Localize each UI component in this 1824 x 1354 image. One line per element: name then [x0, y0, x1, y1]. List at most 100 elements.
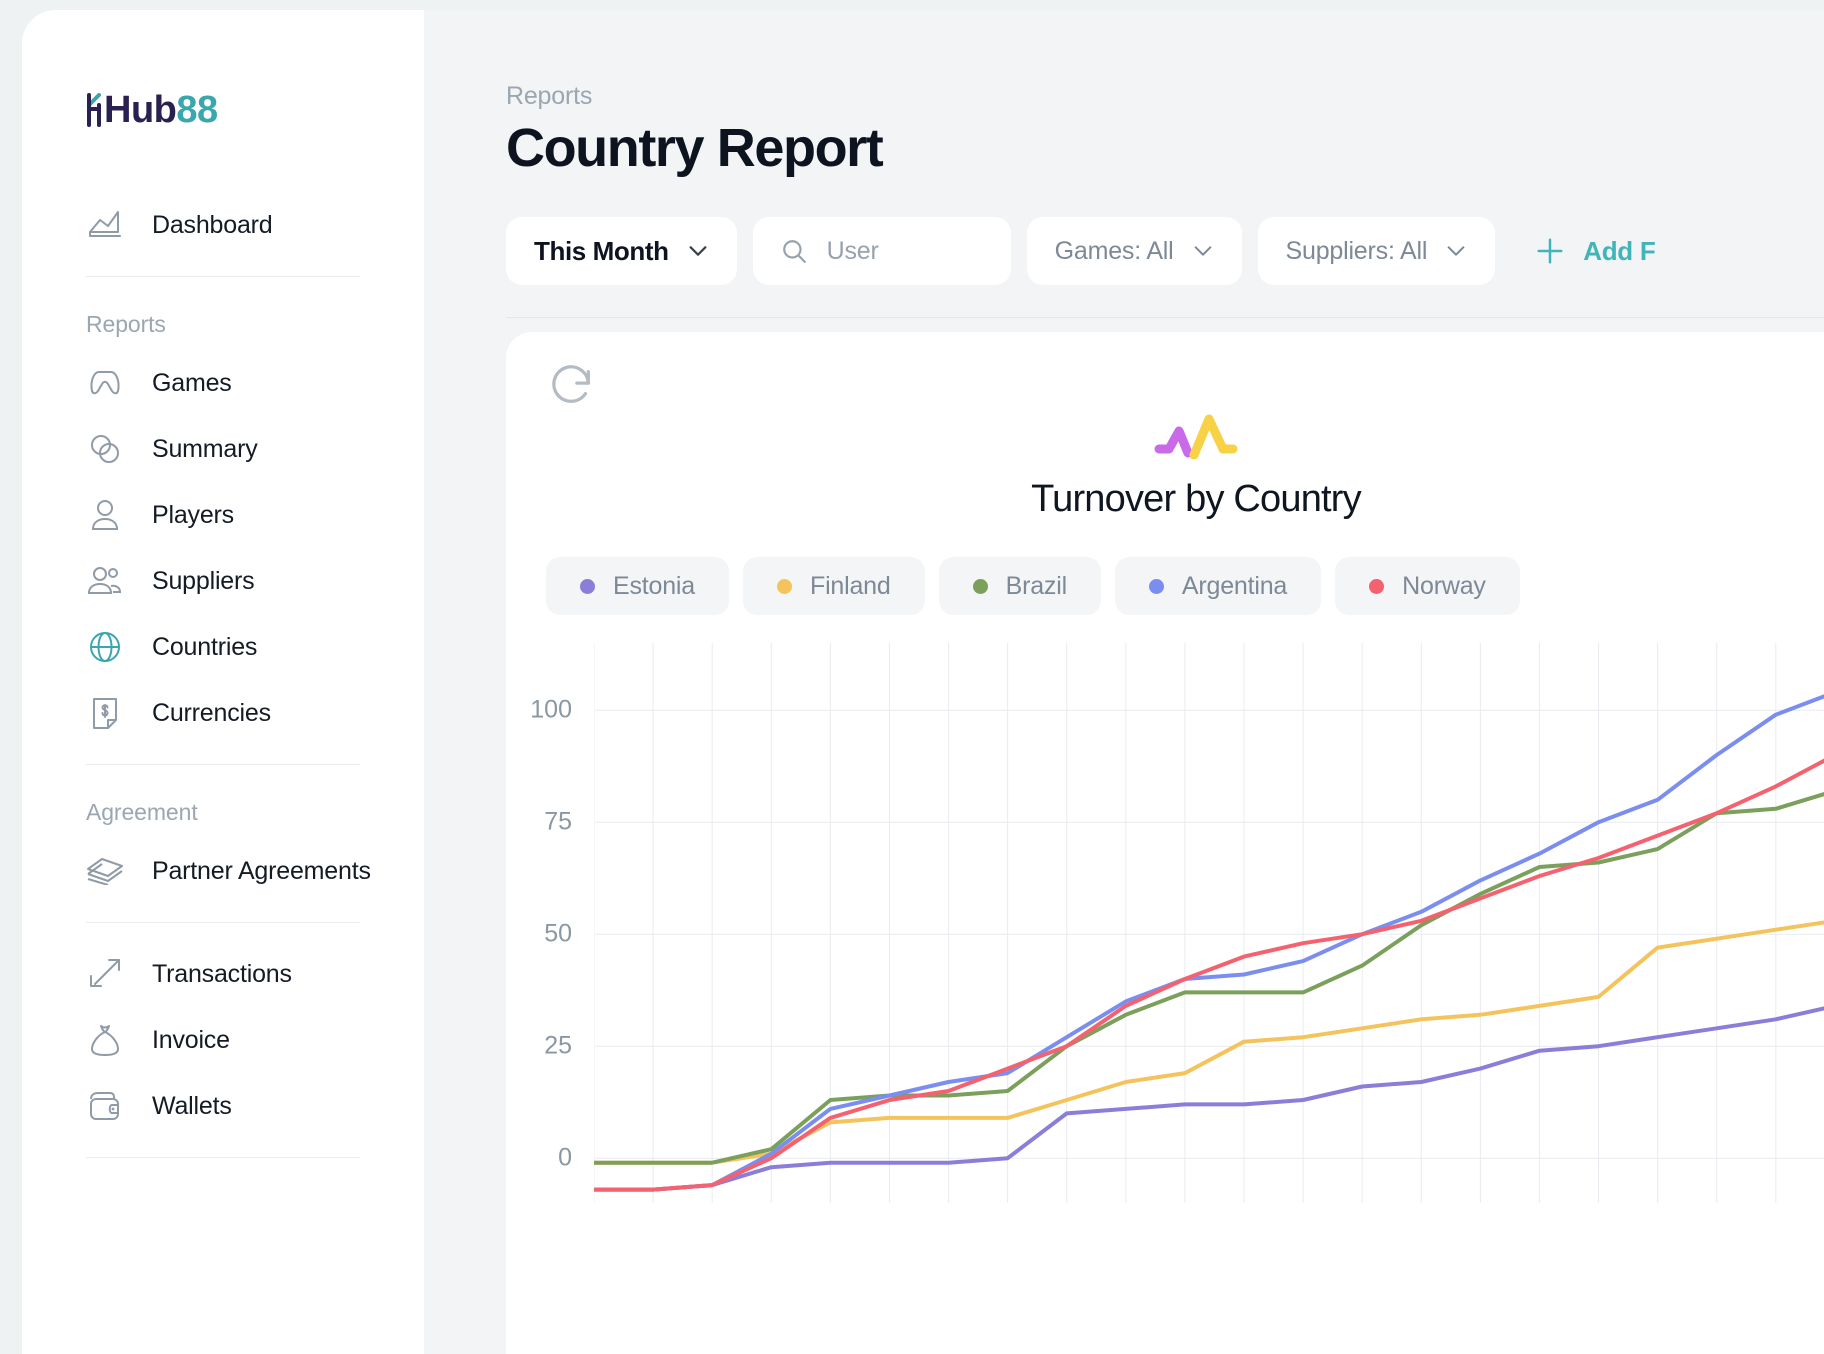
- y-axis-tick-label: 25: [544, 1031, 572, 1060]
- chart-header: Turnover by Country: [506, 332, 1824, 521]
- sidebar-item-label: Games: [152, 368, 232, 397]
- sidebar-item-invoice[interactable]: Invoice: [86, 1007, 360, 1073]
- period-selector[interactable]: This Month: [506, 217, 737, 285]
- sidebar-item-currencies[interactable]: Currencies: [86, 680, 360, 746]
- sidebar-primary-group: Dashboard: [22, 192, 424, 258]
- sidebar-tertiary-group: Transactions Invoice Wallets: [22, 941, 424, 1139]
- filter-toolbar: This Month User Games: All Suppliers: Al…: [506, 217, 1824, 285]
- chevron-down-icon: [689, 246, 707, 256]
- sidebar-item-label: Summary: [152, 434, 258, 463]
- suppliers-filter[interactable]: Suppliers: All: [1257, 217, 1496, 285]
- chart-title: Turnover by Country: [1031, 478, 1362, 520]
- logo-h-glyph: [87, 93, 101, 127]
- user-search-field[interactable]: User: [752, 217, 1011, 285]
- sidebar-item-label: Invoice: [152, 1025, 230, 1054]
- sidebar-item-label: Players: [152, 500, 234, 529]
- sidebar-item-countries[interactable]: Countries: [86, 614, 360, 680]
- series-line-estonia: [594, 1006, 1824, 1192]
- sidebar-item-label: Countries: [152, 632, 258, 661]
- chart-plot-area: 0 25 50 75 100: [506, 643, 1824, 1203]
- series-line-norway: [594, 758, 1824, 1192]
- sidebar-divider: [86, 764, 360, 765]
- series-line-finland: [594, 920, 1824, 1165]
- search-placeholder: User: [826, 236, 879, 265]
- add-filter-label: Add F: [1583, 235, 1656, 266]
- gamepad-icon: [86, 364, 124, 402]
- sidebar-item-label: Wallets: [152, 1091, 232, 1120]
- legend-item-finland[interactable]: Finland: [743, 557, 925, 615]
- legend-label: Finland: [810, 571, 891, 600]
- legend-label: Brazil: [1005, 571, 1068, 600]
- sidebar-item-dashboard[interactable]: Dashboard: [86, 192, 360, 258]
- y-axis-tick-label: 100: [530, 695, 572, 724]
- suppliers-filter-label: Suppliers: All: [1285, 236, 1428, 265]
- money-bag-icon: [86, 1021, 124, 1059]
- sidebar-item-games[interactable]: Games: [86, 350, 360, 416]
- chevron-down-icon: [1194, 246, 1211, 256]
- chart-svg: [594, 643, 1824, 1203]
- sidebar-reports-group: Games Summary Players Suppliers Countrie…: [22, 350, 424, 746]
- legend-item-brazil[interactable]: Brazil: [938, 557, 1101, 615]
- legend-color-dot: [972, 578, 988, 594]
- chart-card: Turnover by Country Estonia Finland Braz…: [506, 332, 1824, 1354]
- sidebar-item-summary[interactable]: Summary: [86, 416, 360, 482]
- chevron-down-icon: [1447, 246, 1465, 256]
- money-stack-icon: [86, 852, 124, 890]
- legend-label: Norway: [1402, 571, 1486, 600]
- chart-legend: Estonia Finland Brazil Argentina Norway: [546, 557, 1824, 615]
- legend-color-dot: [580, 578, 595, 594]
- legend-item-argentina[interactable]: Argentina: [1114, 557, 1322, 615]
- sidebar-item-label: Transactions: [152, 959, 292, 988]
- legend-color-dot: [1148, 578, 1164, 594]
- logo-text-accent: 88: [176, 88, 218, 131]
- logo-text-dark: Hub: [104, 88, 177, 131]
- legend-label: Argentina: [1181, 571, 1288, 600]
- sidebar-section-agreement-title: Agreement: [86, 799, 198, 825]
- games-filter[interactable]: Games: All: [1026, 217, 1242, 285]
- period-label: This Month: [534, 235, 669, 266]
- expand-arrows-icon: [86, 955, 124, 993]
- sidebar-section-reports-title: Reports: [86, 311, 166, 337]
- breadcrumb[interactable]: Reports: [506, 82, 1824, 111]
- refresh-icon[interactable]: [550, 362, 596, 408]
- dollar-document-icon: [86, 694, 124, 732]
- sidebar-item-players[interactable]: Players: [86, 482, 360, 548]
- sidebar-item-label: Partner Agreements: [152, 856, 371, 885]
- plus-icon: [1537, 238, 1563, 264]
- sidebar-item-partner-agreements[interactable]: Partner Agreements: [86, 838, 371, 904]
- sidebar-item-label: Suppliers: [152, 566, 255, 595]
- sidebar-item-wallets[interactable]: Wallets: [86, 1073, 360, 1139]
- legend-color-dot: [777, 578, 792, 594]
- legend-item-estonia[interactable]: Estonia: [546, 557, 729, 615]
- sidebar-item-suppliers[interactable]: Suppliers: [86, 548, 360, 614]
- sidebar: Hub 88 Dashboard Reports Games Summary P…: [22, 10, 424, 1354]
- user-icon: [86, 496, 124, 534]
- sidebar-divider: [86, 276, 360, 277]
- globe-icon: [86, 628, 124, 666]
- wallet-icon: [86, 1087, 124, 1125]
- app-window: Hub 88 Dashboard Reports Games Summary P…: [22, 10, 1824, 1354]
- series-line-argentina: [594, 694, 1824, 1192]
- brand-logo[interactable]: Hub 88: [86, 88, 424, 132]
- sidebar-divider: [86, 1157, 360, 1158]
- y-axis-tick-label: 75: [544, 807, 572, 836]
- sidebar-agreement-group: Partner Agreements: [22, 838, 424, 904]
- legend-color-dot: [1369, 578, 1385, 594]
- add-filter-button[interactable]: Add F: [1535, 235, 1656, 267]
- venn-circles-icon: [86, 430, 124, 468]
- toolbar-divider: [506, 317, 1824, 318]
- y-axis-tick-label: 0: [558, 1143, 572, 1172]
- sidebar-item-label: Dashboard: [152, 210, 273, 239]
- legend-item-norway[interactable]: Norway: [1335, 557, 1520, 615]
- sidebar-divider: [86, 922, 360, 923]
- main-content: Reports Country Report This Month User G…: [424, 10, 1824, 1354]
- y-axis-tick-label: 50: [544, 919, 572, 948]
- sidebar-item-transactions[interactable]: Transactions: [86, 941, 360, 1007]
- legend-label: Estonia: [613, 571, 695, 600]
- sidebar-item-label: Currencies: [152, 698, 271, 727]
- users-icon: [86, 562, 124, 600]
- pulse-peaks-icon: [506, 408, 1824, 462]
- games-filter-label: Games: All: [1054, 236, 1174, 265]
- page-title: Country Report: [506, 118, 884, 178]
- chart-line-icon: [86, 206, 124, 244]
